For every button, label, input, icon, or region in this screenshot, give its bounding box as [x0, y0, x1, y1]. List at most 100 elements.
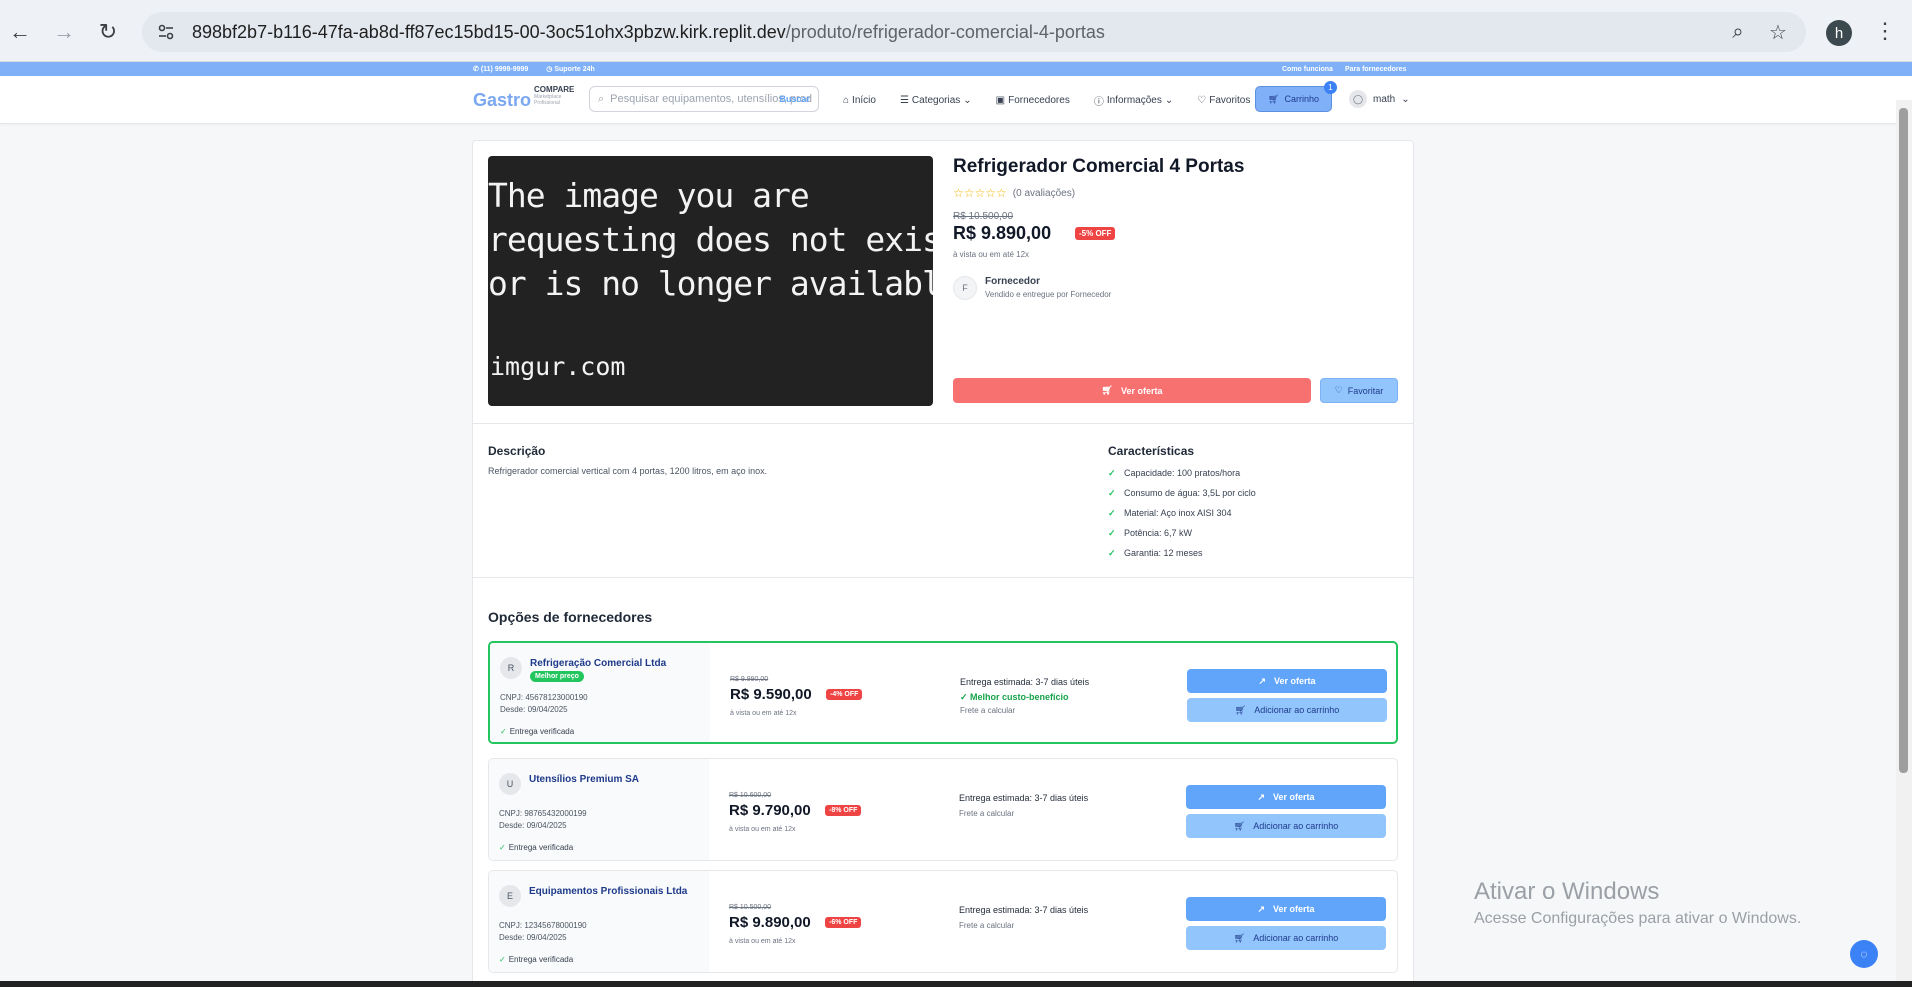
main-nav: ⌂ Início ☰ Categorias ⌄ ▣ Fornecedores ⓘ Info… — [843, 76, 1274, 124]
external-link-icon: ↗ — [1257, 791, 1265, 802]
supplier-option-row: U Utensílios Premium SA CNPJ: 9876543200… — [488, 758, 1398, 861]
scrollbar[interactable] — [1896, 100, 1912, 987]
windows-activation-watermark: Ativar o Windows Acesse Configurações pa… — [1474, 878, 1802, 927]
supplier-info: F Fornecedor Vendido e entregue por Forn… — [953, 276, 1111, 300]
divider — [473, 577, 1413, 578]
home-icon: ⌂ — [843, 94, 850, 106]
address-bar[interactable]: 898bf2b7-b116-47fa-ab8d-ff87ec15bd15-00-… — [142, 12, 1806, 52]
site-header: Gastro COMPARE Marketplace Profissional … — [0, 76, 1912, 124]
installments-text: à vista ou em até 12x — [729, 938, 796, 945]
chevron-down-icon: ⌄ — [1164, 94, 1174, 106]
price: R$ 9.590,00 — [730, 686, 812, 703]
nav-favoritos[interactable]: ♡ Favoritos — [1197, 95, 1250, 106]
discount-badge: -4% OFF — [826, 689, 863, 700]
favoritar-button[interactable]: ♡ Favoritar — [1320, 378, 1398, 403]
check-circle-icon: ✓ — [500, 727, 507, 736]
check-icon: ✓ — [1108, 487, 1116, 498]
reload-icon[interactable]: ↻ — [92, 16, 124, 48]
profile-avatar[interactable]: h — [1826, 20, 1852, 46]
check-icon: ✓ — [1108, 527, 1116, 538]
add-to-cart-button[interactable]: 🛒︎ Adicionar ao carrinho — [1186, 926, 1386, 950]
cart-button[interactable]: 🛒︎ Carrinho 1 — [1255, 81, 1337, 112]
supplier-option-row: E Equipamentos Profissionais Ltda CNPJ: … — [488, 870, 1398, 973]
freight-text: Frete a calcular — [960, 706, 1016, 715]
installments-text: à vista ou em até 12x — [730, 710, 797, 717]
feature-item: ✓ Potência: 6,7 kW — [1108, 527, 1193, 539]
scrollbar-thumb[interactable] — [1899, 108, 1908, 773]
since-text: Desde: 09/04/2025 — [499, 933, 567, 942]
description-heading: Descrição — [488, 444, 546, 458]
chat-icon[interactable]: ◌ — [1850, 940, 1878, 968]
supplier-name[interactable]: Equipamentos Profissionais Ltda — [529, 886, 687, 897]
feature-item: ✓ Consumo de água: 3,5L por ciclo — [1108, 487, 1256, 499]
info-icon: ⓘ — [1093, 96, 1104, 108]
search-icon: ⌕ — [598, 92, 605, 105]
supplier-name[interactable]: Refrigeração Comercial Ltda — [530, 658, 666, 669]
price: R$ 9.790,00 — [729, 802, 811, 819]
since-text: Desde: 09/04/2025 — [499, 821, 567, 830]
old-price: R$ 10.500,00 — [953, 211, 1014, 222]
check-icon: ✓ — [1108, 547, 1116, 558]
nav-informacoes[interactable]: ⓘ Informações ⌄ — [1094, 93, 1173, 108]
forward-icon[interactable]: → — [48, 16, 80, 48]
features-list: ✓ Capacidade: 100 pratos/hora ✓ Consumo de… — [1108, 463, 1256, 563]
supplier-avatar: R — [500, 657, 522, 679]
web-page: ✆ (11) 9999-9999 ◷ Suporte 24h Como func… — [0, 62, 1912, 987]
ver-oferta-button[interactable]: ↗ Ver oferta — [1186, 785, 1386, 809]
for-suppliers-link[interactable]: Para fornecedores — [1345, 66, 1406, 73]
back-icon[interactable]: ← — [4, 16, 36, 48]
cart-icon: 🛒︎ — [1233, 820, 1246, 831]
phone-text: ✆ (11) 9999-9999 — [473, 66, 529, 73]
discount-badge: -6% OFF — [825, 917, 862, 928]
how-it-works-link[interactable]: Como funciona — [1282, 66, 1333, 73]
old-price: R$ 10.500,00 — [729, 904, 772, 911]
bookmark-star-icon[interactable]: ☆ — [1762, 16, 1794, 48]
nav-fornecedores[interactable]: ▣ Fornecedores — [996, 95, 1070, 106]
check-circle-icon: ✓ — [499, 955, 506, 964]
add-to-cart-button[interactable]: 🛒︎ Adicionar ao carrinho — [1186, 814, 1386, 838]
taskbar-edge — [0, 981, 1912, 987]
since-text: Desde: 09/04/2025 — [500, 705, 568, 714]
feature-item: ✓ Material: Aço inox AISI 304 — [1108, 507, 1232, 519]
supplier-name[interactable]: Utensílios Premium SA — [529, 774, 639, 785]
url-text: 898bf2b7-b116-47fa-ab8d-ff87ec15bd15-00-… — [192, 21, 1105, 42]
add-to-cart-button[interactable]: 🛒︎ Adicionar ao carrinho — [1187, 698, 1387, 722]
browser-menu-icon[interactable]: ⋮ — [1874, 18, 1896, 44]
supplier-avatar: F — [953, 276, 977, 300]
supplier-options-heading: Opções de fornecedores — [488, 609, 653, 625]
ver-oferta-button[interactable]: ↗ Ver oferta — [1186, 897, 1386, 921]
freight-text: Frete a calcular — [959, 809, 1015, 818]
ver-oferta-button[interactable]: 🛒︎ Ver oferta — [953, 378, 1311, 403]
ver-oferta-button[interactable]: ↗ Ver oferta — [1187, 669, 1387, 693]
discount-badge: -8% OFF — [825, 805, 862, 816]
user-menu[interactable]: ◯ math ⌄ — [1349, 90, 1410, 108]
heart-icon: ♡ — [1197, 94, 1207, 106]
nav-categorias[interactable]: ☰ Categorias ⌄ — [900, 95, 972, 106]
verified-delivery: ✓ Entrega verificada — [500, 727, 575, 736]
description-text: Refrigerador comercial vertical com 4 po… — [488, 466, 768, 476]
cnpj-text: CNPJ: 98765432000199 — [499, 809, 587, 818]
freight-text: Frete a calcular — [959, 921, 1015, 930]
installments-text: à vista ou em até 12x — [953, 250, 1030, 259]
best-price-badge: Melhor preço — [530, 671, 584, 682]
nav-inicio[interactable]: ⌂ Início — [843, 95, 876, 106]
list-icon: ☰ — [899, 94, 909, 106]
check-icon: ✓ — [1108, 467, 1116, 478]
features-heading: Características — [1108, 444, 1195, 458]
logo[interactable]: Gastro COMPARE Marketplace Profissional — [473, 85, 574, 111]
feature-item: ✓ Garantia: 12 meses — [1108, 547, 1203, 559]
delivery-estimate: Entrega estimada: 3-7 dias úteis — [960, 677, 1090, 687]
zoom-icon[interactable]: ⌕ — [1722, 16, 1754, 48]
chevron-down-icon: ⌄ — [1401, 93, 1410, 105]
search-input[interactable]: ⌕ Pesquisar equipamentos, utensílios, pr… — [589, 86, 819, 112]
price: R$ 9.890,00 — [729, 914, 811, 931]
heart-icon: ♡ — [1334, 385, 1343, 395]
best-value-label: ✓ Melhor custo-benefício — [960, 692, 1069, 702]
external-link-icon: ↗ — [1257, 903, 1265, 914]
old-price: R$ 10.600,00 — [729, 792, 772, 799]
old-price: R$ 9.990,00 — [730, 676, 769, 683]
site-info-icon[interactable] — [148, 14, 184, 50]
top-info-bar: ✆ (11) 9999-9999 ◷ Suporte 24h Como func… — [0, 62, 1912, 76]
verified-delivery: ✓ Entrega verificada — [499, 843, 574, 852]
search-button[interactable]: Buscar — [779, 94, 810, 104]
